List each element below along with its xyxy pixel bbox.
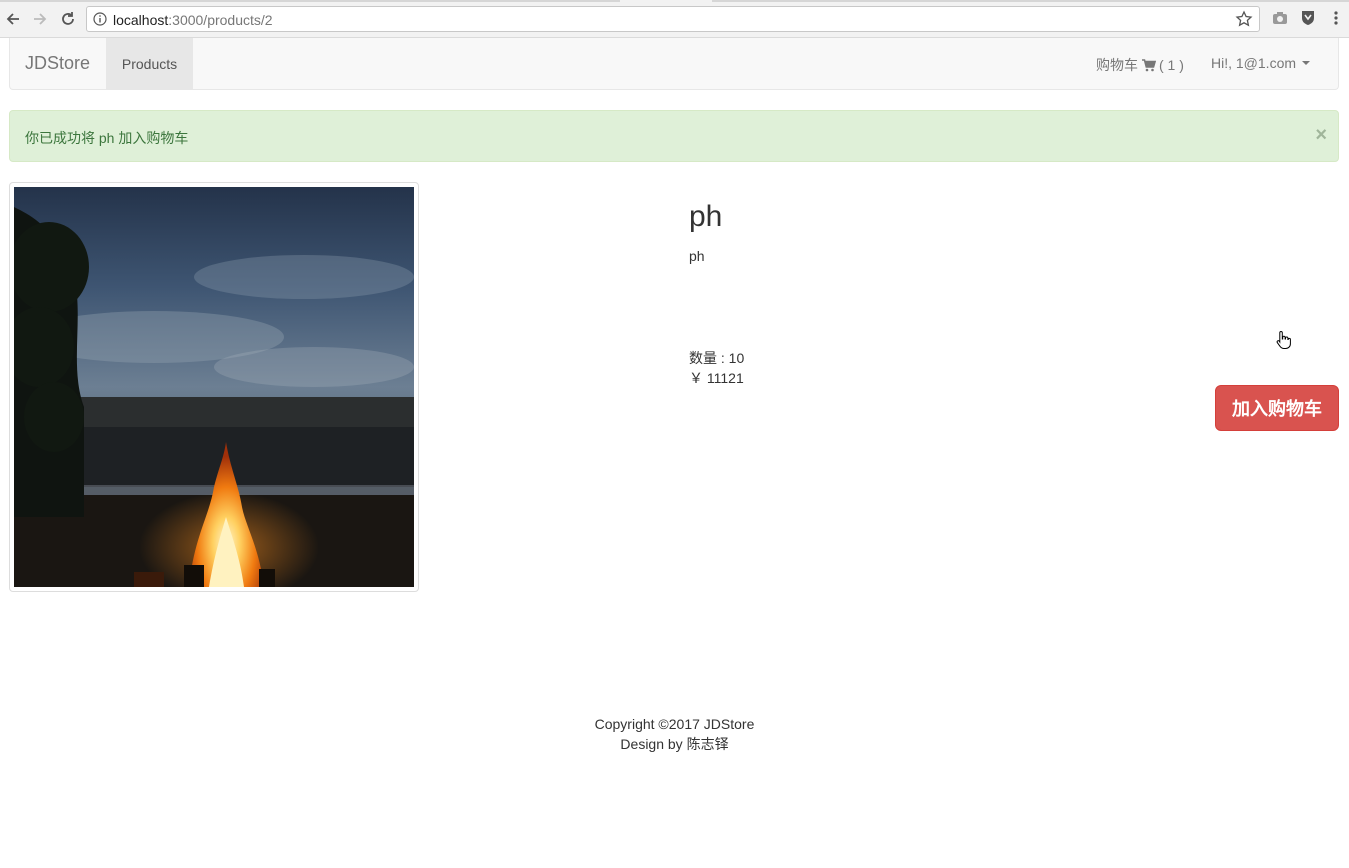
shield-extension-icon[interactable] (1299, 9, 1317, 27)
add-to-cart-button[interactable]: 加入购物车 (1215, 385, 1339, 431)
product-title: ph (689, 200, 723, 233)
success-alert: 你已成功将 ph 加入购物车 × (9, 110, 1339, 162)
site-navbar: JDStore Products 购物车 ( 1 ) Hi!, 1@1.com (9, 38, 1339, 90)
cart-label: 购物车 (1096, 57, 1138, 73)
product-price: ￥ 11121 (689, 370, 744, 386)
back-button[interactable] (2, 8, 24, 30)
reload-icon (62, 12, 74, 25)
address-bar[interactable]: localhost:3000/products/2 (86, 6, 1260, 32)
browser-toolbar: localhost:3000/products/2 (0, 0, 1349, 38)
close-icon[interactable]: × (1315, 125, 1327, 145)
product-image (14, 187, 414, 587)
user-label: Hi!, 1@1.com (1211, 55, 1297, 71)
alert-message: 你已成功将 ph 加入购物车 (25, 130, 189, 146)
hand-pointer-cursor-icon (1276, 330, 1291, 349)
copyright-text: Copyright ©2017 JDStore (594, 716, 755, 732)
cart-count: ( 1 ) (1159, 57, 1184, 73)
nav-products[interactable]: Products (106, 38, 193, 89)
info-icon (93, 12, 107, 26)
product-image-thumbnail (9, 182, 419, 592)
product-quantity: 数量 : 10 (689, 350, 745, 366)
back-arrow-icon (6, 13, 19, 25)
forward-arrow-icon (34, 13, 47, 25)
shopping-cart-icon (1142, 58, 1156, 71)
design-credit: Design by 陈志铎 (620, 736, 729, 752)
site-footer: Copyright ©2017 JDStore Design by 陈志铎 (0, 714, 1349, 754)
user-dropdown[interactable]: Hi!, 1@1.com (1211, 55, 1311, 71)
more-menu-icon[interactable] (1327, 9, 1345, 27)
forward-button[interactable] (29, 8, 51, 30)
camera-icon[interactable] (1271, 9, 1289, 27)
brand-link[interactable]: JDStore (25, 53, 90, 74)
reload-button[interactable] (57, 8, 79, 30)
product-description: ph (689, 248, 705, 264)
bookmark-star-icon[interactable] (1235, 10, 1253, 28)
caret-down-icon (1302, 61, 1311, 65)
url-text: localhost:3000/products/2 (113, 12, 273, 28)
nav-cart-link[interactable]: 购物车 ( 1 ) (1096, 55, 1184, 75)
tab-strip (0, 0, 1349, 2)
